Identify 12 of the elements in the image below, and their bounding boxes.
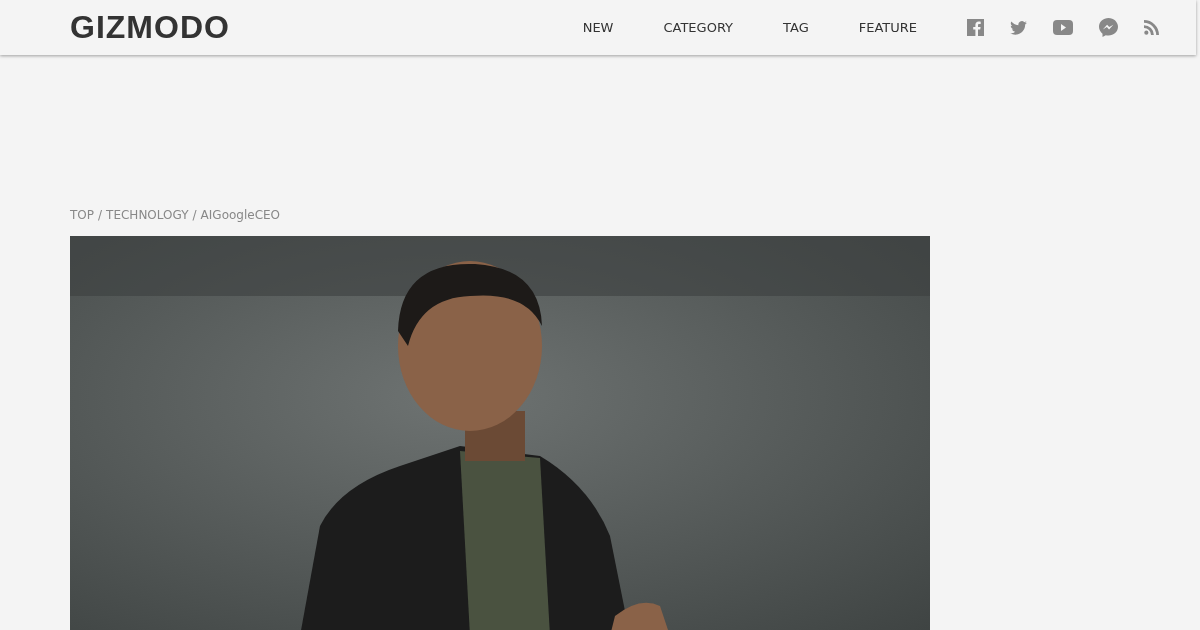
site-logo[interactable]: GIZMODO <box>70 9 230 46</box>
rss-icon[interactable] <box>1144 20 1159 35</box>
nav-link[interactable]: CATEGORY <box>663 20 734 35</box>
breadcrumb-separator: / <box>98 208 103 222</box>
nav-link[interactable]: FEATURE <box>858 20 917 35</box>
breadcrumb-separator: / <box>192 208 197 222</box>
nav-link[interactable]: NEW <box>582 20 614 35</box>
bird-icon[interactable] <box>1010 20 1027 35</box>
play-button-icon[interactable] <box>1053 20 1073 35</box>
chat-bubble-icon[interactable] <box>1099 18 1118 37</box>
square-f-icon[interactable] <box>967 19 984 36</box>
nav-link[interactable]: TAG <box>783 20 809 35</box>
